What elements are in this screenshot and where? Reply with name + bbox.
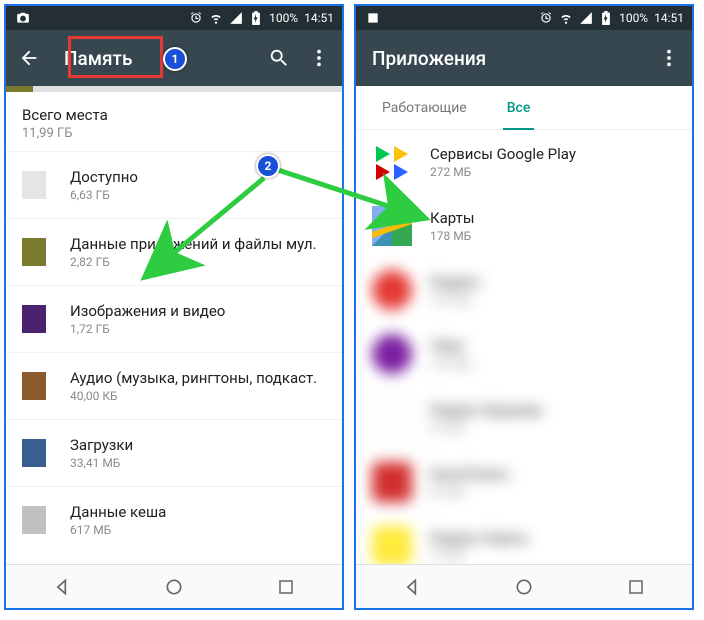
row-size: 33,41 МБ	[70, 456, 133, 470]
color-chip	[22, 439, 46, 467]
row-label: Загрузки	[70, 436, 133, 454]
nav-home[interactable]	[513, 576, 535, 598]
status-bar: 100% 14:51	[356, 6, 692, 30]
app-row-blurred: КиноПоиск80 МБ	[356, 450, 692, 514]
app-bar: Приложения	[356, 30, 692, 86]
total-value: 11,99 ГБ	[22, 126, 326, 141]
app-list: Сервисы Google Play 272 МБ Карты 178 МБ Ян…	[356, 130, 692, 610]
color-chip	[22, 305, 46, 333]
color-chip	[22, 506, 46, 534]
clock-time: 14:51	[654, 11, 684, 25]
phone-right: 100% 14:51 Приложения Работающие Все Сер…	[354, 4, 694, 610]
row-size: 617 МБ	[70, 523, 166, 537]
storage-row-cache[interactable]: Данные кеша 617 МБ	[6, 486, 342, 553]
page-title: Память	[64, 47, 132, 70]
nav-bar	[6, 564, 342, 608]
row-label: Аудио (музыка, рингтоны, подкаст.	[70, 369, 317, 387]
nav-home[interactable]	[163, 576, 185, 598]
storage-usage-bar	[6, 86, 342, 92]
gplay-icon	[372, 142, 412, 182]
alarm-icon	[539, 11, 553, 25]
overflow-button[interactable]	[308, 47, 330, 69]
storage-row-available[interactable]: Доступно 6,63 ГБ	[6, 151, 342, 218]
row-label: Изображения и видео	[70, 302, 225, 320]
camera-icon	[16, 11, 30, 25]
search-button[interactable]	[268, 47, 290, 69]
color-chip	[22, 171, 46, 199]
alarm-icon	[189, 11, 203, 25]
app-size: 178 МБ	[430, 229, 475, 243]
tab-all[interactable]: Все	[487, 86, 551, 130]
annotation-badge-2: 2	[256, 154, 280, 178]
nav-back[interactable]	[401, 576, 423, 598]
gmaps-icon	[372, 206, 412, 246]
wifi-icon	[559, 11, 573, 25]
battery-percent: 100%	[269, 11, 298, 25]
row-size: 2,82 ГБ	[70, 255, 317, 269]
app-row-gplay[interactable]: Сервисы Google Play 272 МБ	[356, 130, 692, 194]
picture-icon	[366, 11, 380, 25]
app-size: 272 МБ	[430, 165, 576, 179]
nav-bar	[356, 564, 692, 608]
color-chip	[22, 238, 46, 266]
storage-row-apps[interactable]: Данные приложений и файлы мул. 2,82 ГБ	[6, 218, 342, 285]
row-size: 40,00 КБ	[70, 389, 317, 403]
app-row-maps[interactable]: Карты 178 МБ	[356, 194, 692, 258]
color-chip	[22, 372, 46, 400]
storage-row-audio[interactable]: Аудио (музыка, рингтоны, подкаст. 40,00 К…	[6, 352, 342, 419]
tab-running[interactable]: Работающие	[362, 86, 487, 130]
row-label: Доступно	[70, 168, 138, 186]
phone-left: 100% 14:51 Память Всего места 11,99 ГБ Д…	[4, 4, 344, 610]
battery-icon	[599, 11, 613, 25]
storage-row-images[interactable]: Изображения и видео 1,72 ГБ	[6, 285, 342, 352]
back-button[interactable]	[18, 47, 40, 69]
app-row-blurred: Яндекс Браузер95 МБ	[356, 386, 692, 450]
app-label: Карты	[430, 209, 475, 227]
tab-bar: Работающие Все	[356, 86, 692, 130]
status-bar: 100% 14:51	[6, 6, 342, 30]
overflow-button[interactable]	[658, 47, 680, 69]
annotation-badge-1: 1	[163, 47, 187, 71]
signal-icon	[579, 11, 593, 25]
status-icons-left	[366, 11, 380, 25]
app-row-blurred: Viber120 МБ	[356, 322, 692, 386]
signal-icon	[229, 11, 243, 25]
row-label: Данные кеша	[70, 503, 166, 521]
clock-time: 14:51	[304, 11, 334, 25]
nav-recent[interactable]	[625, 576, 647, 598]
app-label: Сервисы Google Play	[430, 145, 576, 163]
row-size: 1,72 ГБ	[70, 322, 225, 336]
nav-back[interactable]	[51, 576, 73, 598]
row-label: Данные приложений и файлы мул.	[70, 235, 317, 253]
nav-recent[interactable]	[275, 576, 297, 598]
battery-icon	[249, 11, 263, 25]
app-row-blurred: Яндекс150 МБ	[356, 258, 692, 322]
total-storage: Всего места 11,99 ГБ	[6, 92, 342, 151]
storage-row-downloads[interactable]: Загрузки 33,41 МБ	[6, 419, 342, 486]
battery-percent: 100%	[619, 11, 648, 25]
storage-content: Всего места 11,99 ГБ Доступно 6,63 ГБ Дан…	[6, 92, 342, 553]
page-title: Приложения	[372, 47, 486, 70]
row-size: 6,63 ГБ	[70, 188, 138, 202]
total-label: Всего места	[22, 106, 326, 124]
status-icons-left	[16, 11, 30, 25]
wifi-icon	[209, 11, 223, 25]
